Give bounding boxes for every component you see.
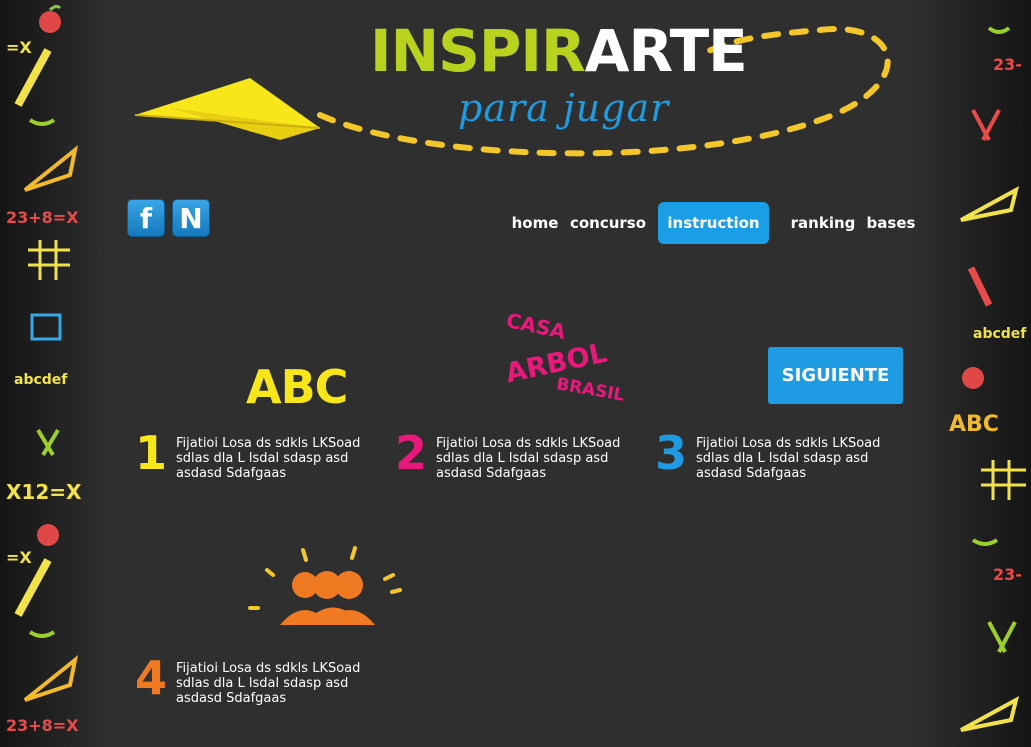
left-doodle-border: =X 23+8=X abcdef X12=X =X 23+8=X bbox=[0, 0, 110, 747]
site-logo[interactable]: INSPIRARTE bbox=[370, 22, 748, 80]
doodle-text: ABC bbox=[949, 412, 999, 437]
step-2-logo-casa: CASA bbox=[504, 308, 568, 344]
step-2-description: Fijatioi Losa ds sdkls LKSoad sdlas dla … bbox=[436, 436, 621, 481]
step-4-description: Fijatioi Losa ds sdkls LKSoad sdlas dla … bbox=[176, 661, 361, 706]
right-doodles-illustration bbox=[960, 26, 1026, 732]
nav-item-bases[interactable]: bases bbox=[866, 202, 916, 244]
step-2-number: 2 bbox=[395, 426, 428, 480]
nav-item-concurso[interactable]: concurso bbox=[570, 202, 646, 244]
logo-text-inspir: INSPIR bbox=[370, 17, 586, 85]
right-doodle-border: 23- abcdef ABC 23- bbox=[911, 0, 1031, 747]
doodle-text: 23+8=X bbox=[6, 716, 79, 735]
paper-plane-illustration bbox=[134, 78, 321, 140]
logo-subtitle: para jugar bbox=[458, 86, 670, 130]
step-3-description: Fijatioi Losa ds sdkls LKSoad sdlas dla … bbox=[696, 436, 881, 481]
step-1-abc-logo: ABC bbox=[246, 360, 348, 414]
nav-item-instruction[interactable]: instruction bbox=[658, 202, 769, 244]
nav-item-home[interactable]: home bbox=[510, 202, 560, 244]
doodle-text: 23- bbox=[993, 565, 1022, 584]
doodle-text: 23- bbox=[993, 55, 1022, 74]
group-people-icon bbox=[248, 546, 402, 625]
nav-item-ranking[interactable]: ranking bbox=[791, 202, 856, 244]
step-1-number: 1 bbox=[135, 426, 168, 480]
siguiente-button[interactable]: SIGUIENTE bbox=[768, 347, 903, 404]
doodle-text: 23+8=X bbox=[6, 208, 79, 227]
step-3-number: 3 bbox=[655, 426, 688, 480]
doodle-text: abcdef bbox=[973, 326, 1027, 342]
step-2-logo-brasil: BRASIL bbox=[554, 374, 626, 406]
doodle-text: X12=X bbox=[6, 480, 82, 504]
logo-text-arte: ARTE bbox=[584, 17, 748, 85]
doodle-text: =X bbox=[6, 38, 32, 57]
facebook-icon[interactable]: f bbox=[127, 199, 165, 237]
step-1-description: Fijatioi Losa ds sdkls LKSoad sdlas dla … bbox=[176, 436, 361, 481]
doodle-text: =X bbox=[6, 548, 32, 567]
doodle-text: abcdef bbox=[14, 372, 68, 388]
n-icon[interactable]: N bbox=[172, 199, 210, 237]
step-4-number: 4 bbox=[135, 651, 168, 705]
